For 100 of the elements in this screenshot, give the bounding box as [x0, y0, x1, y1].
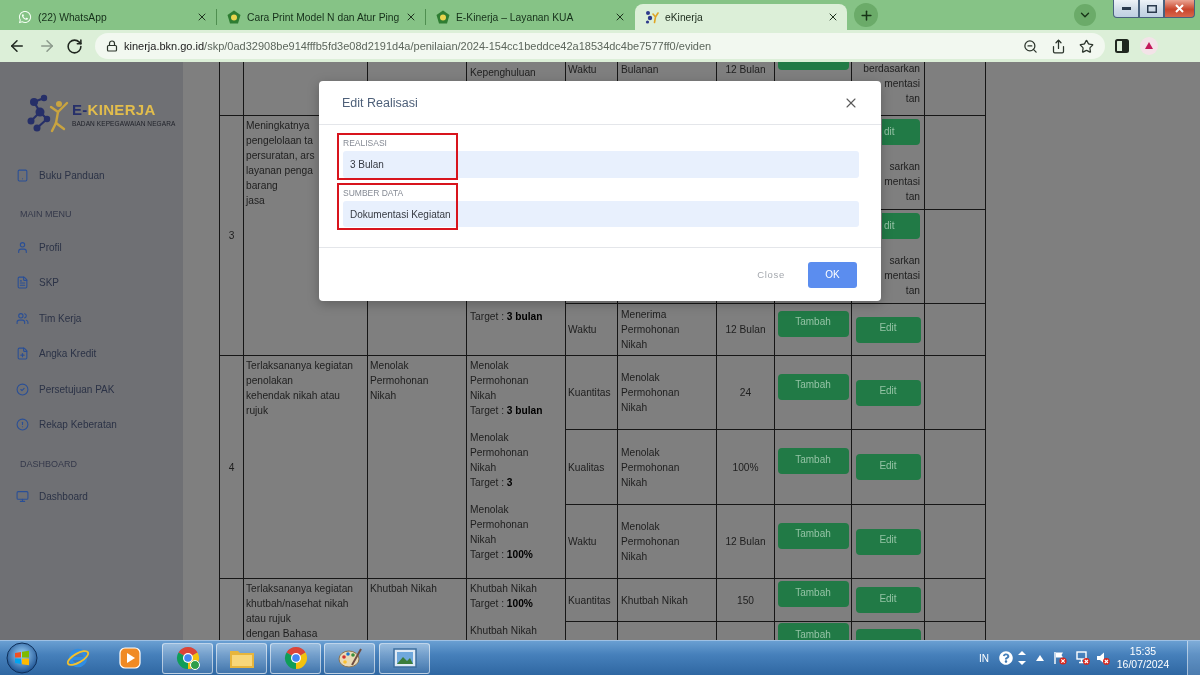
speaker-muted-icon[interactable]	[1096, 651, 1110, 665]
cell-paragraph: Menolak Permohonan Nikah Target : 3	[470, 431, 530, 490]
add-button[interactable]: Tambah	[777, 373, 849, 400]
check-circle-icon	[16, 382, 29, 396]
cell-text: berdasarkan	[863, 62, 920, 76]
add-button[interactable]: Tambah	[777, 623, 849, 640]
avatar-icon[interactable]	[1140, 37, 1158, 55]
edit-button[interactable]: Edit	[855, 528, 921, 555]
sidebar-item[interactable]: SKP	[0, 264, 183, 301]
tab-search-button[interactable]	[1074, 4, 1096, 26]
cell-text: tan	[905, 190, 920, 204]
cell-paragraph: Menolak Permohonan Nikah Target : 100%	[470, 503, 534, 562]
user-icon	[16, 240, 29, 254]
tricolor-circle-icon	[283, 646, 308, 670]
row-number: 3	[228, 229, 235, 243]
close-button[interactable]: Close	[757, 269, 785, 280]
cell-text: mentasi	[884, 269, 920, 283]
chat-bubble-icon	[18, 10, 32, 24]
close-icon[interactable]	[405, 11, 417, 23]
sidebar-item[interactable]: Persetujuan PAK	[0, 371, 183, 407]
logo-text: E-KINERJA	[72, 102, 157, 118]
field-label: SUMBER DATA	[343, 188, 404, 198]
close-icon[interactable]	[614, 11, 626, 23]
new-tab-button[interactable]	[854, 3, 878, 27]
play-icon[interactable]	[118, 646, 142, 670]
table-cell-text: Kuantitas	[568, 386, 611, 400]
back-icon[interactable]	[8, 37, 26, 55]
table-cell-text: Meningkatnya pengelolaan ta persuratan, ars layanan penga barang jasa	[246, 119, 315, 208]
add-button[interactable]: Tambah	[777, 522, 849, 549]
edit-button[interactable]: dit	[882, 119, 920, 145]
up-down-arrows-icon[interactable]	[1018, 651, 1026, 665]
address-bar[interactable]: kinerja.bkn.go.id/skp/0ad32908be914fffb5fd3e08d2191d4a/penilaian/2024-154cc1beddce42a18534dc4be7577ff0/eviden	[95, 33, 1105, 59]
taskbar-button[interactable]	[324, 642, 375, 674]
table-cell-text: 12 Bulan	[725, 535, 766, 549]
language-indicator[interactable]: IN	[978, 652, 990, 664]
logo-icon	[645, 10, 659, 24]
share-icon[interactable]	[1051, 38, 1066, 54]
input-field[interactable]: 3 Bulan	[343, 151, 859, 178]
table-cell-text: 12 Bulan	[725, 323, 766, 337]
palette-icon	[337, 647, 362, 669]
edit-button[interactable]: Edit	[855, 587, 921, 613]
emblem-icon	[227, 10, 241, 24]
cell-text: mentasi	[884, 175, 920, 189]
close-icon[interactable]	[827, 11, 839, 23]
browser-tab[interactable]: (22) WhatsApp	[8, 4, 216, 30]
browser-tab[interactable]: eKinerja	[635, 4, 847, 30]
start-button[interactable]	[6, 642, 38, 674]
reload-icon[interactable]	[66, 37, 83, 55]
taskbar-button[interactable]	[379, 642, 430, 674]
table-cell-text: Waktu	[568, 535, 597, 549]
sidebar-item[interactable]: Buku Panduan	[0, 157, 183, 193]
close-icon[interactable]	[196, 11, 208, 23]
browser-tab[interactable]: E-Kinerja – Layanan KUA	[426, 4, 634, 30]
tricolor-circle-icon	[175, 646, 200, 670]
taskbar-button[interactable]	[162, 642, 213, 674]
maximize-button[interactable]	[1139, 0, 1164, 18]
edit-button[interactable]: Edit	[855, 379, 921, 406]
clock-date[interactable]: 16/07/2024	[1116, 658, 1170, 671]
table-cell-text: Kualitas	[568, 460, 605, 475]
lock-icon[interactable]	[106, 40, 118, 52]
sidebar-item[interactable]: Dashboard	[0, 478, 183, 515]
network-icon[interactable]	[1076, 651, 1090, 665]
table-cell-text: 100%	[732, 460, 759, 475]
add-button[interactable]: Tambah	[777, 310, 849, 337]
ok-button[interactable]: OK	[808, 261, 857, 288]
star-icon[interactable]	[1079, 38, 1094, 54]
table-cell-text: Bulanan	[621, 63, 659, 77]
edit-button[interactable]: Edit	[855, 454, 921, 480]
sidebar-item[interactable]: Profil	[0, 229, 183, 265]
clock-time[interactable]: 15:35	[1129, 645, 1157, 658]
show-desktop-button[interactable]	[1187, 640, 1200, 675]
sidebar-item[interactable]: Rekap Keberatan	[0, 406, 183, 443]
side-panel-icon[interactable]	[1115, 39, 1129, 53]
flag-icon[interactable]	[1053, 651, 1067, 665]
table-cell-text: Menerima Permohonan Nikah	[621, 308, 681, 352]
table-cell-text: Khutbah Nikah	[370, 582, 437, 596]
input-field[interactable]: Dokumentasi Kegiatan	[343, 201, 859, 227]
add-button[interactable]: Tambah	[777, 448, 849, 474]
cell-text: sarkan	[889, 160, 920, 174]
close-button[interactable]	[1164, 0, 1195, 18]
cell-text: sarkan	[889, 254, 920, 268]
cell-text: mentasi	[884, 76, 920, 91]
edit-button[interactable]: Edit	[855, 316, 921, 343]
picture-icon	[392, 648, 417, 668]
sidebar-item[interactable]: Angka Kredit	[0, 335, 183, 372]
taskbar-button[interactable]	[216, 642, 267, 674]
users-icon	[16, 311, 29, 325]
sidebar-item[interactable]: Tim Kerja	[0, 300, 183, 336]
taskbar-button[interactable]	[270, 642, 321, 674]
minimize-button[interactable]	[1113, 0, 1139, 18]
zoom-out-icon[interactable]	[1023, 38, 1038, 54]
monitor-icon	[16, 490, 29, 503]
triangle-up-icon[interactable]	[1036, 655, 1044, 661]
edit-button[interactable]: dit	[882, 213, 920, 239]
browser-tab[interactable]: Cara Print Model N dan Atur Ping	[217, 4, 425, 30]
add-button[interactable]: Tambah	[777, 581, 849, 607]
cell-paragraph: Kepenghuluan	[470, 66, 536, 80]
table-cell-text: 24	[739, 386, 752, 400]
file-text-icon	[16, 276, 29, 289]
help-icon[interactable]	[999, 651, 1013, 665]
